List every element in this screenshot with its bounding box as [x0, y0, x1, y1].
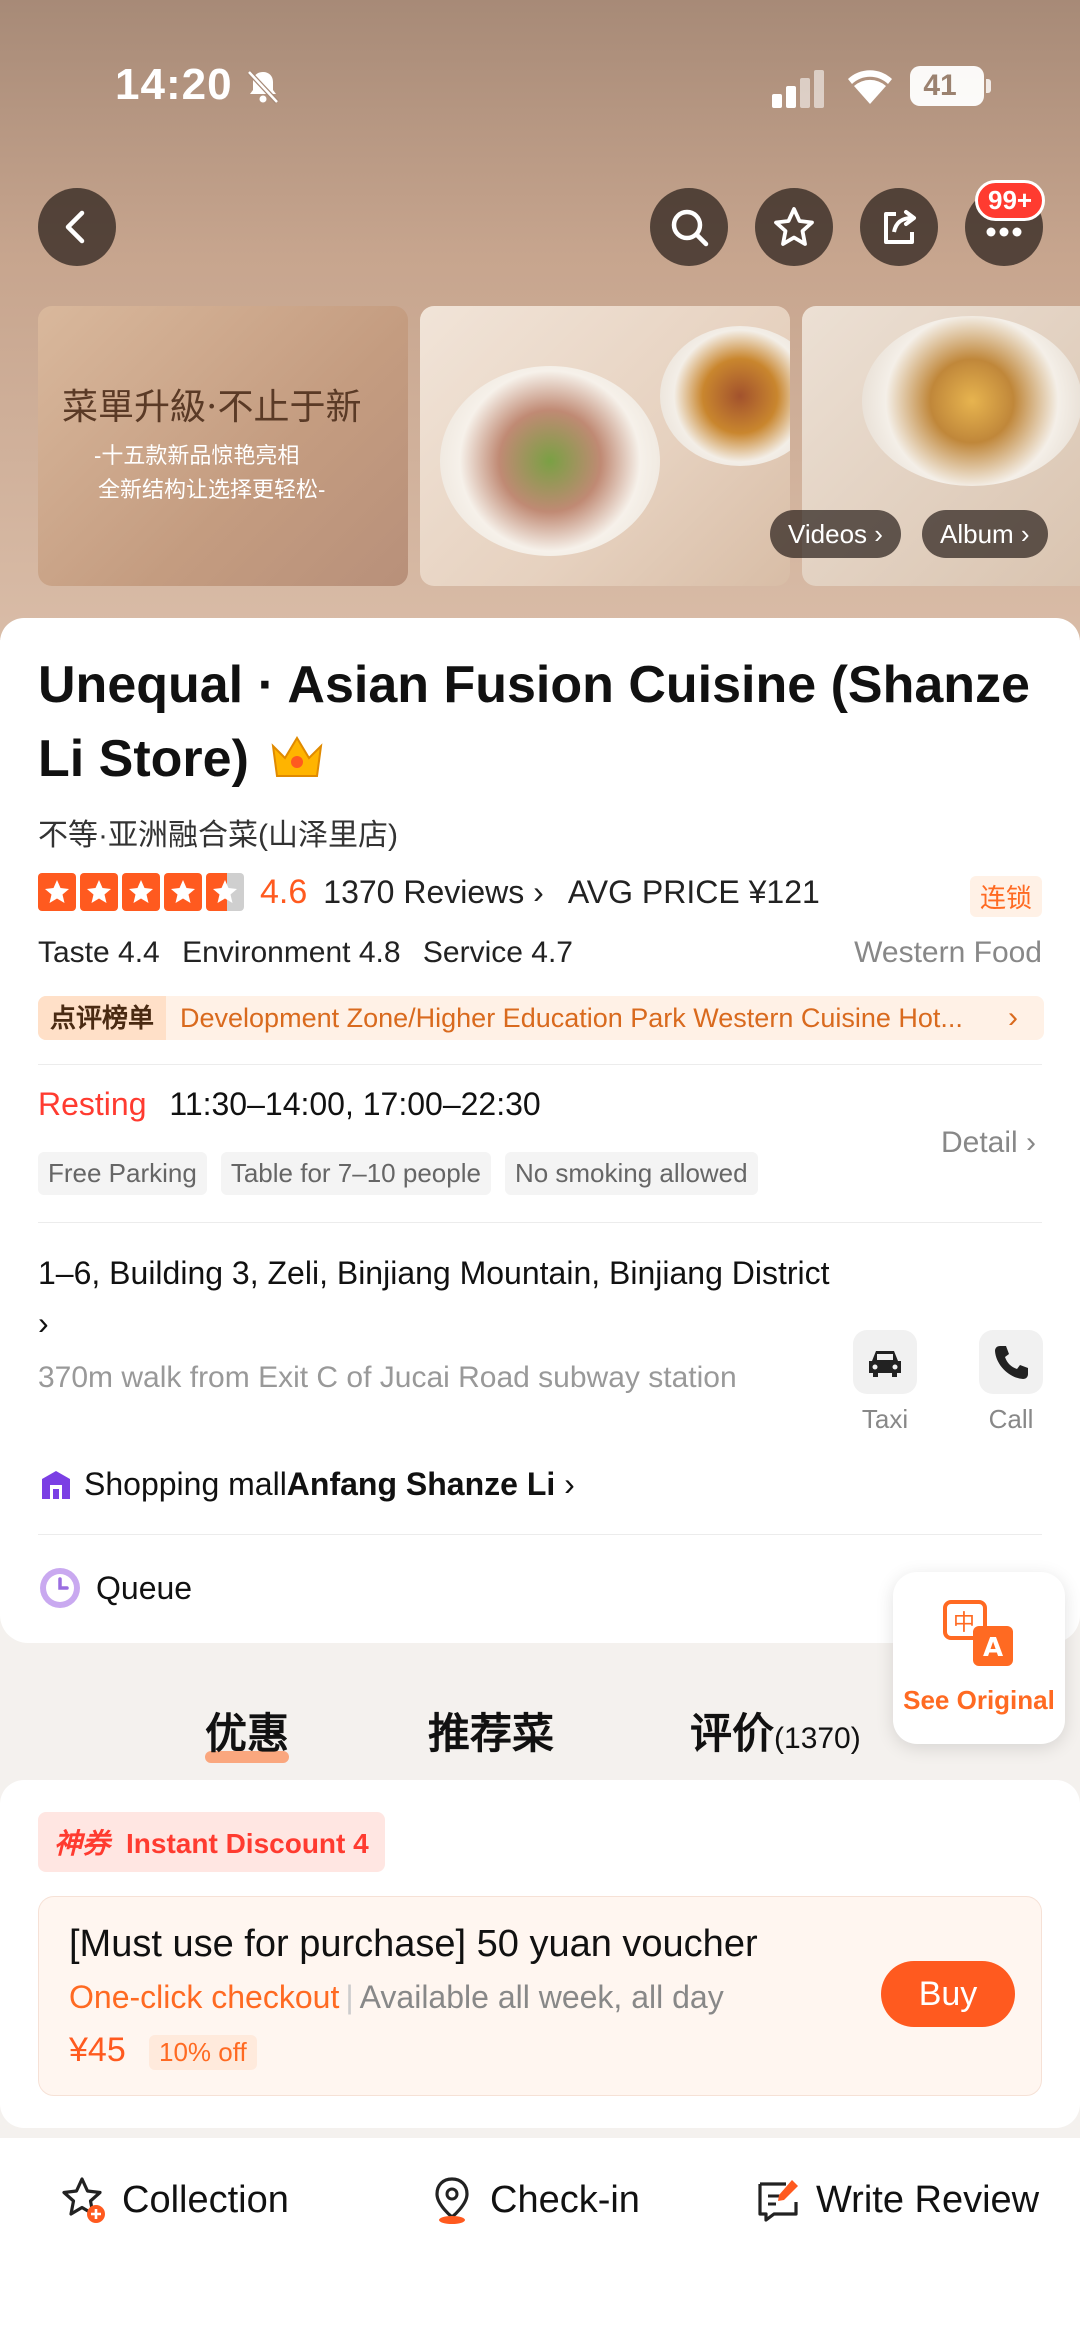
taste-score: Taste 4.4	[38, 936, 160, 969]
gallery-photo-dishes[interactable]	[420, 306, 790, 586]
mall-icon	[42, 1470, 70, 1499]
star-icon	[38, 873, 76, 911]
signal-icon	[772, 70, 824, 108]
star-icon	[122, 873, 160, 911]
amenity-tag: Table for 7–10 people	[220, 1152, 491, 1195]
voucher-title: [Must use for purchase] 50 yuan voucher	[69, 1923, 758, 1965]
chevron-right-icon: ›	[1008, 1001, 1018, 1034]
search-icon	[671, 209, 709, 247]
discount-badge: 10% off	[149, 2035, 257, 2070]
divider	[38, 1534, 1042, 1535]
amenity-tag: No smoking allowed	[504, 1152, 758, 1195]
status-bar: 14:20 41	[0, 0, 1080, 170]
status-time: 14:20	[115, 60, 233, 109]
queue-entry[interactable]: Queue	[38, 1566, 192, 1610]
detail-link[interactable]: Detail ›	[941, 1126, 1036, 1160]
call-label: Call	[988, 1404, 1034, 1434]
environment-score: Environment 4.8	[182, 936, 401, 969]
star-add-icon	[62, 2177, 105, 2223]
tab-deals[interactable]: 优惠	[205, 1700, 290, 1763]
favorite-button[interactable]	[755, 188, 833, 266]
mall-prefix: Shopping mall	[84, 1466, 287, 1502]
open-status: Resting	[38, 1086, 147, 1122]
shop-title: Unequal · Asian Fusion Cuisine (Shanze L…	[38, 656, 1030, 788]
voucher-terms: One-click checkout | Available all week, a…	[69, 1979, 724, 2015]
availability: Available all week, all day	[359, 1979, 724, 2015]
service-score: Service 4.7	[422, 936, 573, 969]
half-star-icon	[206, 873, 244, 911]
phone-icon	[995, 1346, 1028, 1379]
sub-ratings: Taste 4.4 Environment 4.8 Service 4.7	[38, 936, 587, 970]
amenity-tags: Free Parking Table for 7–10 people No sm…	[38, 1152, 772, 1195]
bell-muted-icon	[247, 70, 279, 104]
wifi-icon	[848, 70, 892, 104]
car-icon	[869, 1351, 901, 1377]
shop-info-card: Unequal · Asian Fusion Cuisine (Shanze L…	[0, 618, 1080, 1643]
divider	[38, 1222, 1042, 1223]
dish-plate-image	[862, 316, 1080, 486]
one-click-checkout: One-click checkout	[69, 1979, 340, 2015]
svg-text:A: A	[983, 1633, 1003, 1663]
voucher-item[interactable]: [Must use for purchase] 50 yuan voucher …	[38, 1896, 1042, 2096]
queue-label: Queue	[96, 1569, 193, 1606]
chevron-left-icon	[65, 210, 85, 244]
star-outline-icon	[774, 207, 814, 246]
checkin-button[interactable]: Check-in	[426, 2174, 640, 2226]
location-pin-icon	[435, 2177, 469, 2224]
mall-name: Anfang Shanze Li	[286, 1466, 556, 1502]
walking-directions: 370m walk from Exit C of Jucai Road subw…	[38, 1361, 737, 1394]
shop-chinese-name: 不等·亚洲融合菜(山泽里店)	[38, 819, 398, 852]
translate-icon: 中 A	[943, 1600, 1013, 1666]
back-button[interactable]	[38, 188, 116, 266]
opening-hours: Resting 11:30–14:00, 17:00–22:30	[38, 1086, 541, 1123]
gallery-photo-menu[interactable]: 菜單升級·不止于新 -十五款新品惊艳亮相 全新结构让选择更轻松-	[38, 306, 408, 586]
section-tabs: 优惠 推荐菜 评价(1370)	[0, 1690, 1080, 1780]
crown-icon	[271, 736, 323, 777]
star-rating	[38, 873, 248, 911]
address-link[interactable]: 1–6, Building 3, Zeli, Binjiang Mountain…	[38, 1248, 838, 1348]
dish-plate-image	[660, 326, 790, 466]
share-icon	[884, 210, 916, 244]
shopping-mall-link[interactable]: Shopping mall Anfang Shanze Li ›	[38, 1466, 575, 1503]
bottom-action-bar: Collection Check-in Write Review	[0, 2138, 1080, 2348]
write-review-button[interactable]: Write Review	[752, 2174, 1039, 2226]
amenity-tag: Free Parking	[38, 1152, 207, 1195]
instant-discount-tag: 神券 Instant Discount 4	[38, 1812, 385, 1872]
star-icon	[164, 873, 202, 911]
chain-badge: 连锁	[969, 876, 1042, 917]
photo-caption-1: -十五款新品惊艳亮相	[94, 443, 300, 468]
avg-price: AVG PRICE ¥121	[567, 873, 820, 910]
collection-button[interactable]: Collection	[58, 2174, 289, 2226]
tab-reviews[interactable]: 评价(1370)	[690, 1700, 861, 1761]
search-button[interactable]	[650, 188, 728, 266]
share-button[interactable]	[860, 188, 938, 266]
notification-badge: 99+	[975, 180, 1046, 221]
divider	[38, 1064, 1042, 1065]
taxi-button[interactable]: Taxi	[850, 1330, 920, 1435]
edit-review-icon	[758, 2180, 798, 2222]
ranking-tag: 点评榜单	[38, 996, 167, 1040]
star-icon	[80, 873, 118, 911]
videos-button[interactable]: Videos ›	[770, 510, 901, 558]
voucher-price: ¥45	[69, 2031, 126, 2069]
photo-caption-2: 全新结构让选择更轻松-	[98, 477, 326, 502]
buy-button[interactable]: Buy	[881, 1961, 1015, 2027]
rating-row[interactable]: 4.6 1370 Reviews › AVG PRICE ¥121	[38, 870, 820, 914]
call-button[interactable]: Call	[976, 1330, 1046, 1435]
ranking-text: Development Zone/Higher Education Park W…	[180, 1002, 963, 1033]
deals-section: 神券 Instant Discount 4 [Must use for purch…	[0, 1780, 1080, 2128]
taxi-label: Taxi	[861, 1404, 909, 1434]
battery-indicator: 41	[910, 66, 991, 106]
clock-icon	[40, 1568, 80, 1608]
cuisine-type: Western Food	[854, 936, 1042, 969]
svg-text:中: 中	[953, 1611, 975, 1636]
dish-plate-image	[440, 366, 660, 556]
tab-recommended-dishes[interactable]: 推荐菜	[428, 1700, 554, 1761]
photo-title: 菜單升級·不止于新	[62, 387, 362, 428]
rating-score: 4.6	[260, 872, 308, 911]
reviews-link[interactable]: 1370 Reviews ›	[323, 874, 544, 911]
album-button[interactable]: Album ›	[922, 510, 1048, 558]
ranking-banner[interactable]: 点评榜单 Development Zone/Higher Education P…	[38, 996, 1044, 1040]
hours-time: 11:30–14:00, 17:00–22:30	[169, 1086, 541, 1122]
